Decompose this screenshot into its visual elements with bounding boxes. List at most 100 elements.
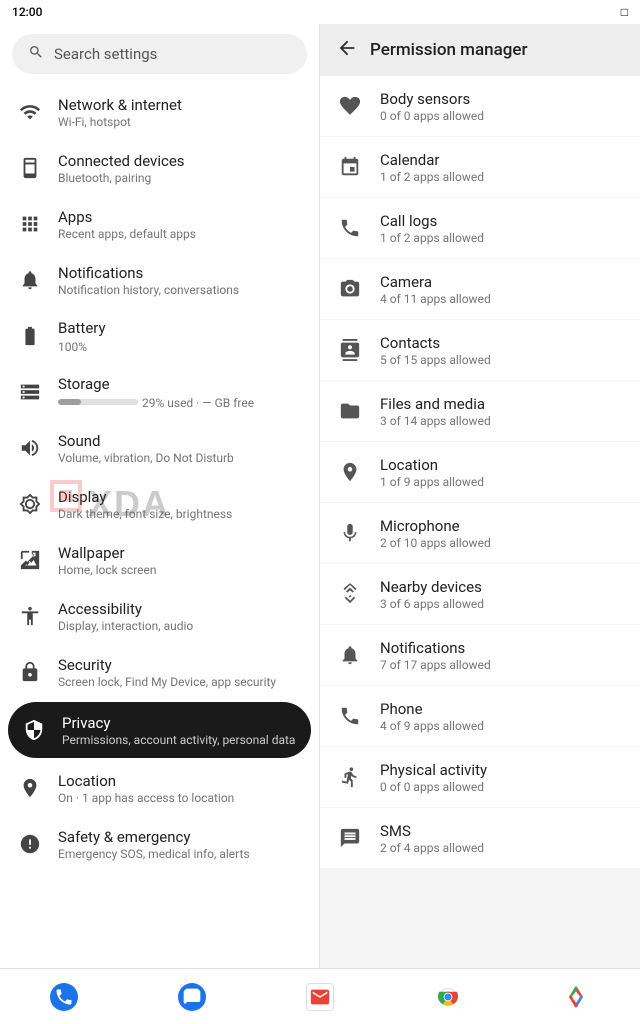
settings-item-wallpaper[interactable]: Wallpaper Home, lock screen [0, 532, 319, 588]
notif-perm-count: 7 of 17 apps allowed [380, 658, 491, 672]
permission-item-camera[interactable]: Camera 4 of 11 apps allowed [320, 259, 640, 319]
safety-icon [16, 830, 44, 858]
files-text: Files and media 3 of 14 apps allowed [380, 395, 491, 428]
connected-title: Connected devices [58, 152, 185, 170]
privacy-title: Privacy [62, 714, 295, 732]
notifications-title: Notifications [58, 264, 239, 282]
settings-item-privacy[interactable]: Privacy Permissions, account activity, p… [8, 702, 311, 758]
battery-subtitle: 100% [58, 340, 87, 354]
permission-panel-title: Permission manager [370, 40, 528, 60]
network-title: Network & internet [58, 96, 182, 114]
nav-photos[interactable] [552, 973, 600, 1021]
location-subtitle: On · 1 app has access to location [58, 791, 234, 805]
nearby-text: Nearby devices 3 of 6 apps allowed [380, 578, 484, 611]
nav-messages[interactable] [168, 973, 216, 1021]
nav-phone[interactable] [40, 973, 88, 1021]
main-content: Search settings Network & internet Wi-Fi… [0, 24, 640, 968]
settings-item-network[interactable]: Network & internet Wi-Fi, hotspot [0, 84, 319, 140]
location-perm-icon [336, 458, 364, 486]
safety-subtitle: Emergency SOS, medical info, alerts [58, 847, 250, 861]
permission-item-location[interactable]: Location 1 of 9 apps allowed [320, 442, 640, 502]
sms-text: SMS 2 of 4 apps allowed [380, 822, 484, 855]
camera-count: 4 of 11 apps allowed [380, 292, 491, 306]
apps-title: Apps [58, 208, 196, 226]
settings-item-display[interactable]: Display Dark theme, font size, brightnes… [0, 476, 319, 532]
accessibility-icon [16, 602, 44, 630]
storage-bar-fill [58, 399, 81, 405]
sound-title: Sound [58, 432, 234, 450]
sound-subtitle: Volume, vibration, Do Not Disturb [58, 451, 234, 465]
accessibility-text: Accessibility Display, interaction, audi… [58, 600, 193, 633]
permission-item-call-logs[interactable]: Call logs 1 of 2 apps allowed [320, 198, 640, 258]
settings-item-security[interactable]: Security Screen lock, Find My Device, ap… [0, 644, 319, 700]
settings-item-location[interactable]: Location On · 1 app has access to locati… [0, 760, 319, 816]
settings-item-battery[interactable]: Battery 100% [0, 308, 319, 364]
permission-item-notifications[interactable]: Notifications 7 of 17 apps allowed [320, 625, 640, 685]
call-logs-icon [336, 214, 364, 242]
permission-item-microphone[interactable]: Microphone 2 of 10 apps allowed [320, 503, 640, 563]
sound-icon [16, 434, 44, 462]
permission-item-files[interactable]: Files and media 3 of 14 apps allowed [320, 381, 640, 441]
phone-perm-text: Phone 4 of 9 apps allowed [380, 700, 484, 733]
contacts-icon [336, 336, 364, 364]
permission-panel: Permission manager Body sensors 0 of 0 a… [320, 24, 640, 968]
settings-item-storage[interactable]: Storage 29% used · — GB free [0, 364, 319, 420]
permission-item-nearby[interactable]: Nearby devices 3 of 6 apps allowed [320, 564, 640, 624]
permission-item-phone[interactable]: Phone 4 of 9 apps allowed [320, 686, 640, 746]
apps-subtitle: Recent apps, default apps [58, 227, 196, 241]
permission-item-contacts[interactable]: Contacts 5 of 15 apps allowed [320, 320, 640, 380]
nav-gmail[interactable] [296, 973, 344, 1021]
notif-perm-text: Notifications 7 of 17 apps allowed [380, 639, 491, 672]
nav-chrome[interactable] [424, 973, 472, 1021]
calendar-text: Calendar 1 of 2 apps allowed [380, 151, 484, 184]
settings-item-apps[interactable]: Apps Recent apps, default apps [0, 196, 319, 252]
nearby-icon [336, 580, 364, 608]
display-subtitle: Dark theme, font size, brightness [58, 507, 232, 521]
phone-perm-icon [336, 702, 364, 730]
back-icon[interactable] [336, 37, 358, 64]
microphone-name: Microphone [380, 517, 491, 535]
body-sensors-name: Body sensors [380, 90, 484, 108]
settings-item-connected[interactable]: Connected devices Bluetooth, pairing [0, 140, 319, 196]
body-sensors-text: Body sensors 0 of 0 apps allowed [380, 90, 484, 123]
wallpaper-text: Wallpaper Home, lock screen [58, 544, 157, 577]
privacy-subtitle: Permissions, account activity, personal … [62, 733, 295, 747]
microphone-icon [336, 519, 364, 547]
calendar-count: 1 of 2 apps allowed [380, 170, 484, 184]
battery-bar-wrap: 100% [58, 339, 106, 354]
location-title: Location [58, 772, 234, 790]
wallpaper-title: Wallpaper [58, 544, 157, 562]
permission-item-body-sensors[interactable]: Body sensors 0 of 0 apps allowed [320, 76, 640, 136]
settings-item-notifications[interactable]: Notifications Notification history, conv… [0, 252, 319, 308]
display-icon [16, 490, 44, 518]
permission-item-sms[interactable]: SMS 2 of 4 apps allowed [320, 808, 640, 868]
apps-text: Apps Recent apps, default apps [58, 208, 196, 241]
camera-icon [336, 275, 364, 303]
permission-item-calendar[interactable]: Calendar 1 of 2 apps allowed [320, 137, 640, 197]
settings-item-safety[interactable]: Safety & emergency Emergency SOS, medica… [0, 816, 319, 872]
body-sensors-icon [336, 92, 364, 120]
settings-item-accessibility[interactable]: Accessibility Display, interaction, audi… [0, 588, 319, 644]
permission-header: Permission manager [320, 24, 640, 76]
security-text: Security Screen lock, Find My Device, ap… [58, 656, 276, 689]
storage-subtitle: 29% used · — GB free [142, 396, 254, 410]
connected-subtitle: Bluetooth, pairing [58, 171, 185, 185]
permission-item-activity[interactable]: Physical activity 0 of 0 apps allowed [320, 747, 640, 807]
search-bar[interactable]: Search settings [12, 34, 307, 74]
location-perm-text: Location 1 of 9 apps allowed [380, 456, 484, 489]
storage-title: Storage [58, 375, 254, 393]
call-logs-text: Call logs 1 of 2 apps allowed [380, 212, 484, 245]
battery-title: Battery [58, 319, 106, 337]
microphone-text: Microphone 2 of 10 apps allowed [380, 517, 491, 550]
sound-text: Sound Volume, vibration, Do Not Disturb [58, 432, 234, 465]
camera-name: Camera [380, 273, 491, 291]
security-subtitle: Screen lock, Find My Device, app securit… [58, 675, 276, 689]
call-logs-count: 1 of 2 apps allowed [380, 231, 484, 245]
notif-perm-icon [336, 641, 364, 669]
security-icon [16, 658, 44, 686]
settings-item-sound[interactable]: Sound Volume, vibration, Do Not Disturb [0, 420, 319, 476]
nearby-count: 3 of 6 apps allowed [380, 597, 484, 611]
phone-perm-name: Phone [380, 700, 484, 718]
nearby-name: Nearby devices [380, 578, 484, 596]
battery-icon-settings [16, 322, 44, 350]
